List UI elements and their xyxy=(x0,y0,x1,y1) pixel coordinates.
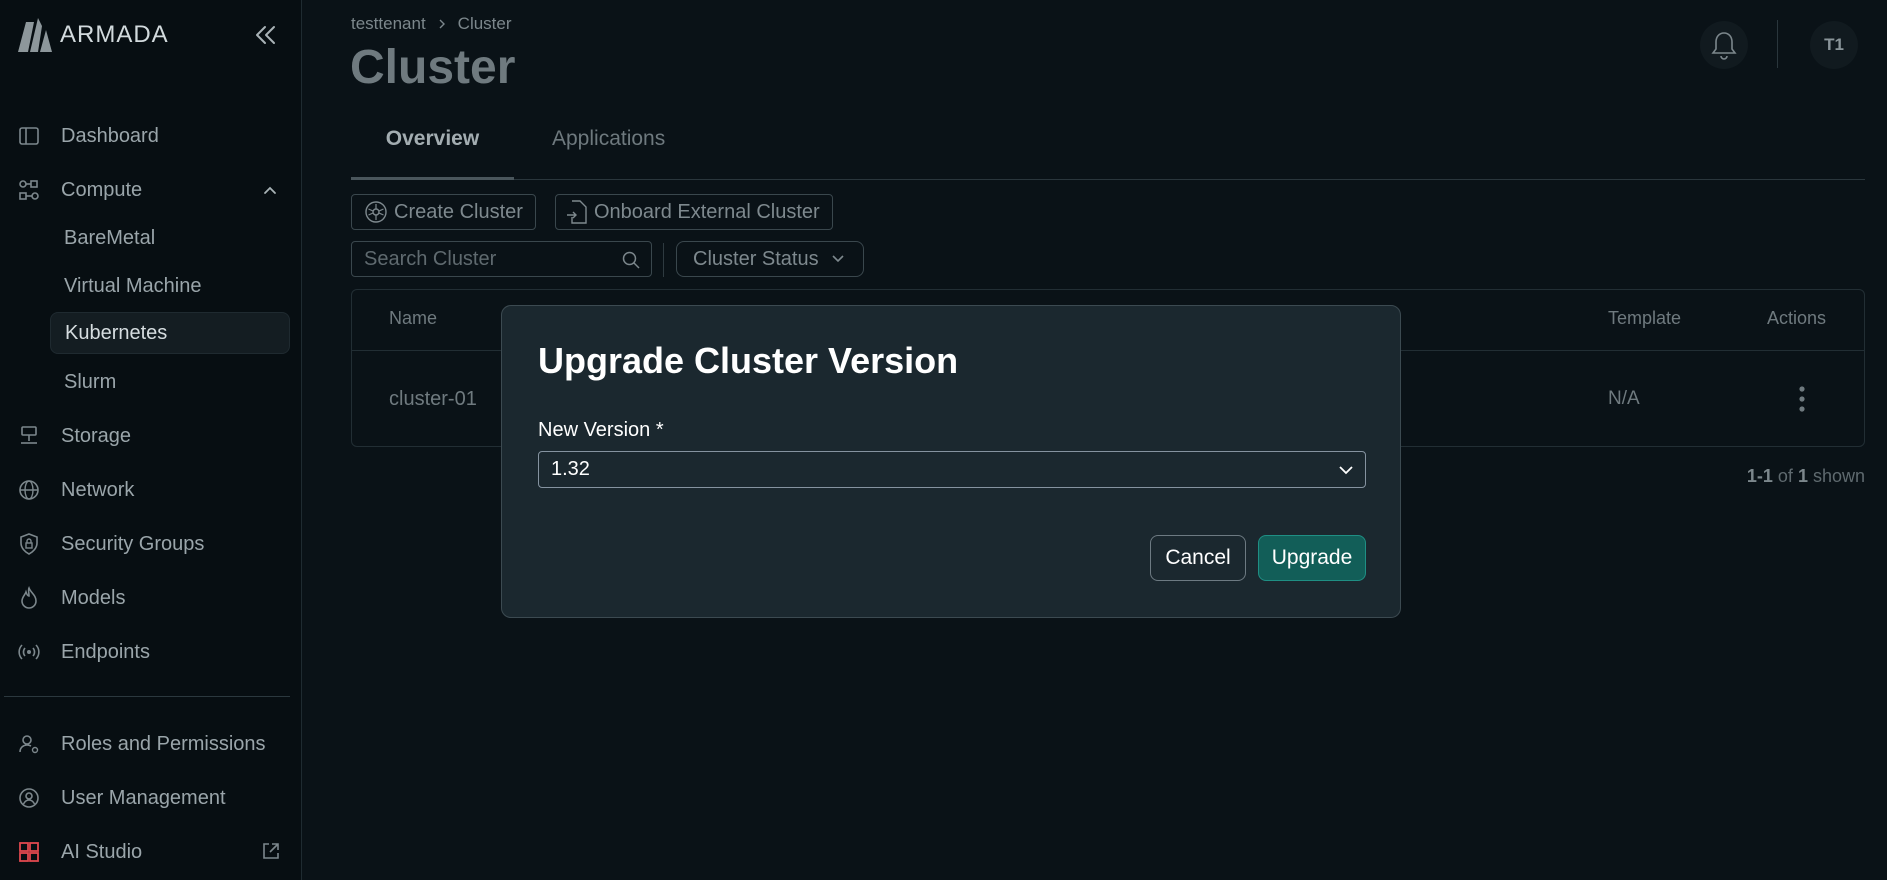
sidebar-item-compute[interactable]: Compute xyxy=(16,170,142,210)
sidebar: ARMADA Dashboard Compute BareMetal Virtu… xyxy=(0,0,302,880)
new-version-select[interactable]: 1.32 xyxy=(538,451,1366,488)
collapse-sidebar-icon[interactable] xyxy=(252,22,278,48)
storage-icon xyxy=(16,423,42,449)
sidebar-item-label: Endpoints xyxy=(61,640,150,663)
sidebar-item-label: Network xyxy=(61,478,135,501)
create-cluster-label: Create Cluster xyxy=(394,200,523,223)
header-separator xyxy=(1777,20,1778,68)
user-circle-icon xyxy=(16,785,42,811)
users-gear-icon xyxy=(16,731,42,757)
sidebar-divider xyxy=(4,696,290,697)
cluster-status-filter[interactable]: Cluster Status xyxy=(676,241,864,277)
cell-template: N/A xyxy=(1608,388,1640,409)
sidebar-item-dashboard[interactable]: Dashboard xyxy=(16,116,159,156)
shield-lock-icon xyxy=(16,531,42,557)
chevron-up-icon[interactable] xyxy=(262,182,278,198)
pager-range: 1-1 xyxy=(1746,466,1773,486)
column-header-template[interactable]: Template xyxy=(1608,308,1681,329)
selected-version: 1.32 xyxy=(551,458,590,480)
flame-icon xyxy=(16,585,42,611)
search-input[interactable]: Search Cluster xyxy=(351,241,652,277)
dialog-title: Upgrade Cluster Version xyxy=(538,340,959,381)
sidebar-item-network[interactable]: Network xyxy=(16,470,134,510)
chevron-right-icon xyxy=(439,19,445,29)
breadcrumb: testtenant Cluster xyxy=(351,14,512,34)
upgrade-cluster-dialog: Upgrade Cluster Version New Version * 1.… xyxy=(501,305,1401,618)
sidebar-item-ai-studio[interactable]: AI Studio xyxy=(16,832,142,872)
sidebar-item-security-groups[interactable]: Security Groups xyxy=(16,524,204,564)
file-import-icon xyxy=(567,200,587,224)
sidebar-item-label: User Management xyxy=(61,786,226,809)
external-link-icon[interactable] xyxy=(260,840,282,862)
chevron-down-icon xyxy=(1339,466,1353,475)
breadcrumb-current: Cluster xyxy=(457,14,512,33)
globe-icon xyxy=(16,477,42,503)
sidebar-item-label: Compute xyxy=(61,178,143,201)
tab-active-indicator xyxy=(351,177,514,180)
pager-total: 1 xyxy=(1797,466,1808,486)
pagination-summary: 1-1 of 1 shown xyxy=(1747,466,1865,487)
breadcrumb-tenant[interactable]: testtenant xyxy=(351,14,426,34)
onboard-external-cluster-button[interactable]: Onboard External Cluster xyxy=(555,194,833,230)
cell-name[interactable]: cluster-01 xyxy=(389,388,477,411)
sidebar-subitem-kubernetes[interactable]: Kubernetes xyxy=(50,312,290,354)
brand-logo[interactable]: ARMADA xyxy=(16,18,169,52)
notifications-button[interactable] xyxy=(1700,21,1748,69)
brand-name: ARMADA xyxy=(60,21,169,48)
search-placeholder: Search Cluster xyxy=(364,247,497,270)
sidebar-item-label: Storage xyxy=(61,424,132,447)
sidebar-item-models[interactable]: Models xyxy=(16,578,125,618)
column-header-actions: Actions xyxy=(1767,308,1827,328)
pager-suffix: shown xyxy=(1812,466,1865,486)
sidebar-subitem-baremetal[interactable]: BareMetal xyxy=(50,217,290,259)
sidebar-item-label: Roles and Permissions xyxy=(61,732,266,755)
more-actions-icon[interactable] xyxy=(1797,384,1807,414)
pager-of: of xyxy=(1777,466,1793,486)
sidebar-item-user-management[interactable]: User Management xyxy=(16,778,226,818)
armada-logo-icon xyxy=(18,18,52,52)
avatar[interactable]: T1 xyxy=(1810,21,1858,69)
column-header-name[interactable]: Name xyxy=(389,308,437,329)
sidebar-item-label: Dashboard xyxy=(61,124,159,147)
sidebar-item-endpoints[interactable]: Endpoints xyxy=(16,632,150,672)
sidebar-subitem-virtual-machine[interactable]: Virtual Machine xyxy=(50,265,290,307)
create-cluster-button[interactable]: Create Cluster xyxy=(351,194,536,230)
sidebar-item-storage[interactable]: Storage xyxy=(16,416,131,456)
cluster-status-label: Cluster Status xyxy=(693,247,819,270)
bell-icon xyxy=(1711,32,1737,60)
compute-nodes-icon xyxy=(16,177,42,203)
broadcast-icon xyxy=(16,639,42,665)
filter-separator xyxy=(663,243,664,277)
onboard-external-cluster-label: Onboard External Cluster xyxy=(594,200,820,223)
sidebar-item-roles-and-permissions[interactable]: Roles and Permissions xyxy=(16,724,266,764)
search-icon xyxy=(622,251,640,269)
new-version-label: New Version * xyxy=(538,419,664,441)
page-title: Cluster xyxy=(350,41,516,94)
sidebar-item-label: AI Studio xyxy=(61,840,143,863)
tab-overview[interactable]: Overview xyxy=(351,110,514,180)
tab-applications[interactable]: Applications xyxy=(552,110,665,180)
grid-apps-icon xyxy=(16,839,42,865)
cancel-button[interactable]: Cancel xyxy=(1150,535,1246,581)
chevron-down-icon xyxy=(832,255,844,263)
tab-bar: Overview Applications xyxy=(351,110,1865,180)
sidebar-item-label: Security Groups xyxy=(61,532,205,555)
kubernetes-wheel-icon xyxy=(365,201,387,223)
upgrade-button[interactable]: Upgrade xyxy=(1258,535,1366,581)
sidebar-item-label: Models xyxy=(61,586,126,609)
sidebar-panel-icon xyxy=(16,123,42,149)
sidebar-subitem-slurm[interactable]: Slurm xyxy=(50,361,290,403)
